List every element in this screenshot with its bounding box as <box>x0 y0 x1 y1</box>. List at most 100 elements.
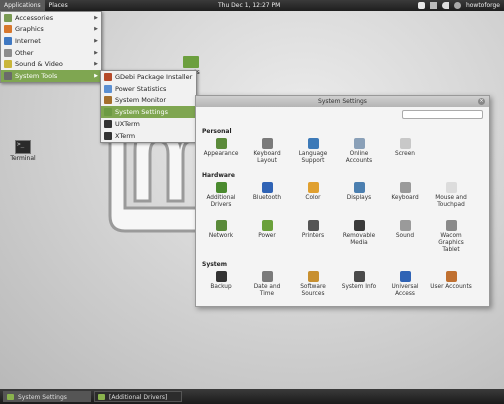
setting-label: Language Support <box>298 151 328 164</box>
section-title-hardware: Hardware <box>202 172 235 179</box>
setting-bluetooth[interactable]: Bluetooth <box>246 182 288 202</box>
places-menu-button[interactable]: Places <box>45 0 72 11</box>
setting-universal-access[interactable]: Universal Access <box>384 271 426 298</box>
menu-item-graphics[interactable]: Graphics ▶ <box>1 24 101 36</box>
menu-item-label: Graphics <box>15 25 44 34</box>
applications-menu: Accessories ▶ Graphics ▶ Internet ▶ Othe… <box>0 11 102 83</box>
setting-appearance[interactable]: Appearance <box>200 138 242 158</box>
printers-icon <box>307 220 319 231</box>
setting-label: Bluetooth <box>252 195 282 201</box>
setting-label: Software Sources <box>300 284 326 297</box>
close-icon[interactable]: × <box>478 98 485 105</box>
menu-item-sound-video[interactable]: Sound & Video ▶ <box>1 58 101 70</box>
search-input[interactable] <box>402 110 483 119</box>
task-label: System Settings <box>18 394 67 401</box>
clock[interactable]: Thu Dec 1, 12:27 PM <box>218 0 280 11</box>
setting-online-accounts[interactable]: Online Accounts <box>338 138 380 165</box>
setting-language-support[interactable]: Language Support <box>292 138 334 165</box>
accessories-icon <box>4 13 12 22</box>
setting-label: Mouse and Touchpad <box>435 195 467 208</box>
setting-sound[interactable]: Sound <box>384 220 426 240</box>
setting-label: Appearance <box>203 151 239 157</box>
setting-additional-drivers[interactable]: Additional Drivers <box>200 182 242 209</box>
universal-access-icon <box>399 271 411 282</box>
screen-icon <box>399 138 411 149</box>
setting-mouse-and-touchpad[interactable]: Mouse and Touchpad <box>430 182 472 209</box>
menu-item-gdebi[interactable]: GDebi Package Installer <box>101 71 196 83</box>
internet-icon <box>4 36 12 45</box>
section-title-personal: Personal <box>202 128 232 135</box>
network-icon <box>215 220 227 231</box>
chevron-right-icon: ▶ <box>94 37 98 44</box>
menu-item-system-tools[interactable]: System Tools ▶ <box>1 69 101 82</box>
taskbar-additional-drivers[interactable]: [Additional Drivers] <box>94 391 182 402</box>
setting-color[interactable]: Color <box>292 182 334 202</box>
other-icon <box>4 48 12 57</box>
setting-label: Universal Access <box>391 284 419 297</box>
system-settings-window: System Settings × Personal Appearance Key… <box>195 95 490 307</box>
menu-item-uxterm[interactable]: UXTerm <box>101 118 196 130</box>
uxterm-icon <box>104 120 112 129</box>
volume-icon[interactable] <box>441 2 449 9</box>
window-titlebar[interactable]: System Settings × <box>196 96 489 107</box>
menu-item-system-monitor[interactable]: System Monitor <box>101 95 196 107</box>
terminal-desktop-icon[interactable]: >_ Terminal <box>8 140 38 162</box>
setting-wacom-graphics-tablet[interactable]: Wacom Graphics Tablet <box>430 220 472 254</box>
setting-screen[interactable]: Screen <box>384 138 426 158</box>
update-shield-icon[interactable] <box>417 2 425 9</box>
setting-removable-media[interactable]: Removable Media <box>338 220 380 247</box>
setting-label: Date and Time <box>253 284 281 297</box>
setting-software-sources[interactable]: Software Sources <box>292 271 334 298</box>
setting-network[interactable]: Network <box>200 220 242 240</box>
keyboard-icon <box>399 182 411 193</box>
menu-item-label: System Settings <box>115 108 168 117</box>
setting-backup[interactable]: Backup <box>200 271 242 291</box>
user-icon <box>453 2 461 9</box>
setting-system-info[interactable]: System Info <box>338 271 380 291</box>
chevron-right-icon: ▶ <box>94 49 98 56</box>
user-name[interactable]: howtoforge <box>466 0 500 11</box>
mouse-and-touchpad-icon <box>445 182 457 193</box>
setting-user-accounts[interactable]: User Accounts <box>430 271 472 291</box>
menu-item-label: XTerm <box>115 131 136 140</box>
setting-displays[interactable]: Displays <box>338 182 380 202</box>
color-icon <box>307 182 319 193</box>
setting-printers[interactable]: Printers <box>292 220 334 240</box>
system-info-icon <box>353 271 365 282</box>
setting-label: Wacom Graphics Tablet <box>438 233 464 253</box>
setting-label: Removable Media <box>342 233 376 246</box>
applications-menu-button[interactable]: Applications <box>0 0 45 11</box>
bluetooth-icon <box>261 182 273 193</box>
section-title-system: System <box>202 261 227 268</box>
system-monitor-icon <box>104 96 112 105</box>
taskbar-system-settings[interactable]: System Settings <box>3 391 91 402</box>
setting-label: Backup <box>210 284 232 290</box>
setting-label: Power <box>258 233 276 239</box>
menu-item-label: UXTerm <box>115 120 140 129</box>
setting-keyboard[interactable]: Keyboard <box>384 182 426 202</box>
menu-item-other[interactable]: Other ▶ <box>1 47 101 59</box>
appearance-icon <box>215 138 227 149</box>
menu-item-internet[interactable]: Internet ▶ <box>1 35 101 47</box>
menu-item-power-statistics[interactable]: Power Statistics <box>101 83 196 95</box>
terminal-icon: >_ <box>15 140 31 154</box>
menu-item-xterm[interactable]: XTerm <box>101 130 196 142</box>
setting-label: Online Accounts <box>345 151 373 164</box>
setting-date-and-time[interactable]: Date and Time <box>246 271 288 298</box>
setting-power[interactable]: Power <box>246 220 288 240</box>
software-sources-icon <box>307 271 319 282</box>
chevron-right-icon: ▶ <box>94 14 98 21</box>
graphics-icon <box>4 25 12 34</box>
setting-label: System Info <box>341 284 377 290</box>
menu-item-accessories[interactable]: Accessories ▶ <box>1 12 101 24</box>
menu-item-label: Other <box>15 48 34 57</box>
additional-drivers-icon <box>215 182 227 193</box>
menu-item-label: Power Statistics <box>115 84 167 93</box>
setting-label: Displays <box>346 195 372 201</box>
gdebi-icon <box>104 72 112 81</box>
menu-item-system-settings[interactable]: System Settings <box>101 106 196 119</box>
keyboard-layout-icon <box>261 138 273 149</box>
network-icon[interactable] <box>429 2 437 9</box>
setting-keyboard-layout[interactable]: Keyboard Layout <box>246 138 288 165</box>
sound-icon <box>399 220 411 231</box>
